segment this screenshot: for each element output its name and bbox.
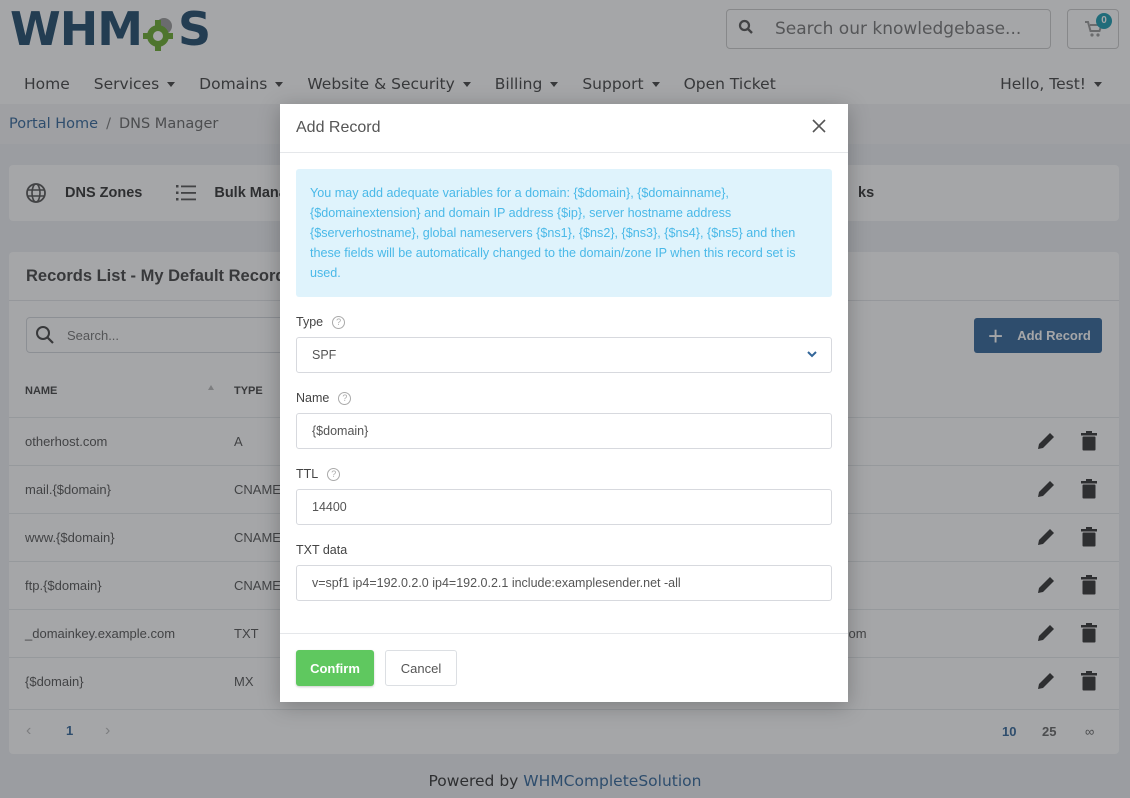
name-input-value: {$domain} [312,424,369,438]
add-record-modal: Add Record You may add adequate variable… [280,104,848,702]
confirm-button[interactable]: Confirm [296,650,374,686]
label-text: Name [296,391,330,405]
label-text: TXT data [296,543,348,557]
cancel-button[interactable]: Cancel [385,650,457,686]
name-input[interactable]: {$domain} [296,413,832,449]
info-alert: You may add adequate variables for a dom… [296,169,832,297]
ttl-label: TTL ? [296,467,341,481]
divider [280,633,848,634]
modal-header: Add Record [280,104,848,153]
close-button[interactable] [810,118,828,136]
label-text: TTL [296,467,319,481]
help-icon[interactable]: ? [332,315,346,329]
type-label: Type ? [296,315,346,329]
help-icon[interactable]: ? [338,391,352,405]
type-select[interactable]: SPF [296,337,832,373]
chevron-down-icon [807,351,817,358]
close-icon [812,118,826,133]
txt-data-input[interactable]: v=spf1 ip4=192.0.2.0 ip4=192.0.2.1 inclu… [296,565,832,601]
modal-title: Add Record [296,119,381,136]
type-select-value: SPF [312,348,337,362]
ttl-input[interactable]: 14400 [296,489,832,525]
ttl-input-value: 14400 [312,500,347,514]
txt-data-input-value: v=spf1 ip4=192.0.2.0 ip4=192.0.2.1 inclu… [312,576,681,590]
help-icon[interactable]: ? [327,467,341,481]
txt-data-label: TXT data [296,543,347,557]
name-label: Name ? [296,391,352,405]
label-text: Type [296,315,324,329]
